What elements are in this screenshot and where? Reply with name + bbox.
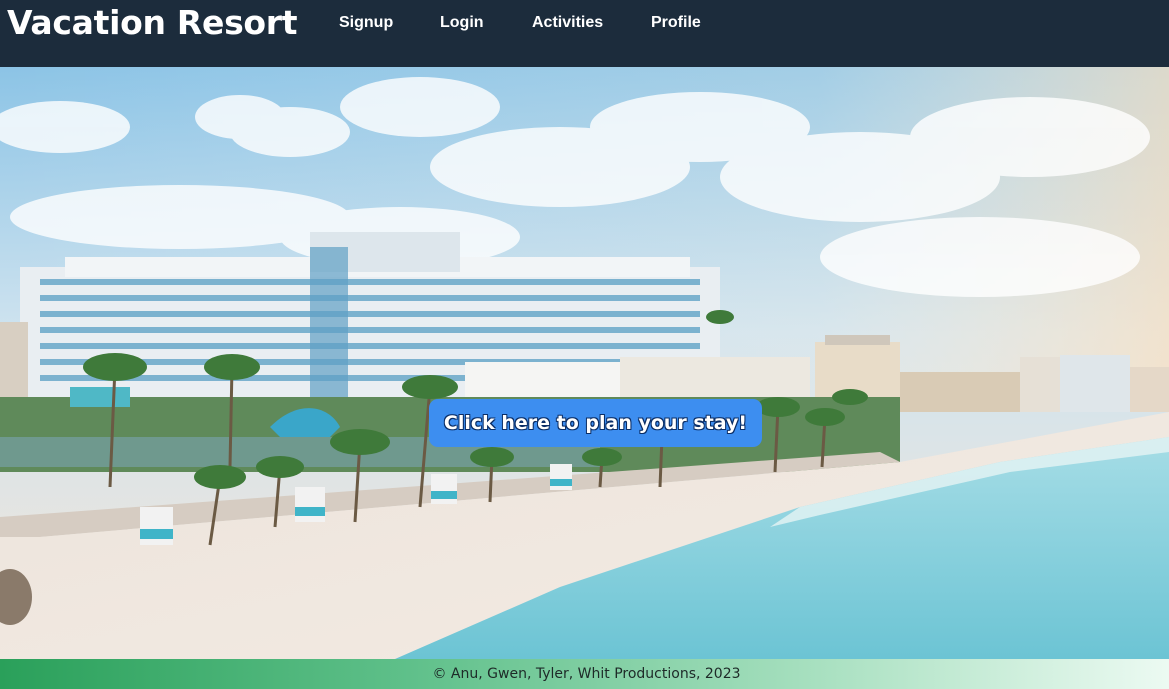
nav-link-login[interactable]: Login <box>440 13 532 33</box>
plan-your-stay-button[interactable]: Click here to plan your stay! <box>429 399 762 447</box>
top-navbar: Vacation Resort Signup Login Activities … <box>0 0 1169 67</box>
nav-link-profile[interactable]: Profile <box>651 13 711 33</box>
nav-link-activities[interactable]: Activities <box>532 13 651 33</box>
page-footer: © Anu, Gwen, Tyler, Whit Productions, 20… <box>0 659 1169 689</box>
nav-link-signup[interactable]: Signup <box>339 13 440 33</box>
resort-beach-image <box>0 67 1169 659</box>
site-title[interactable]: Vacation Resort <box>7 3 298 43</box>
hero-banner: Click here to plan your stay! <box>0 67 1169 659</box>
footer-copyright: © Anu, Gwen, Tyler, Whit Productions, 20… <box>432 666 741 682</box>
nav-links: Signup Login Activities Profile <box>339 13 711 33</box>
